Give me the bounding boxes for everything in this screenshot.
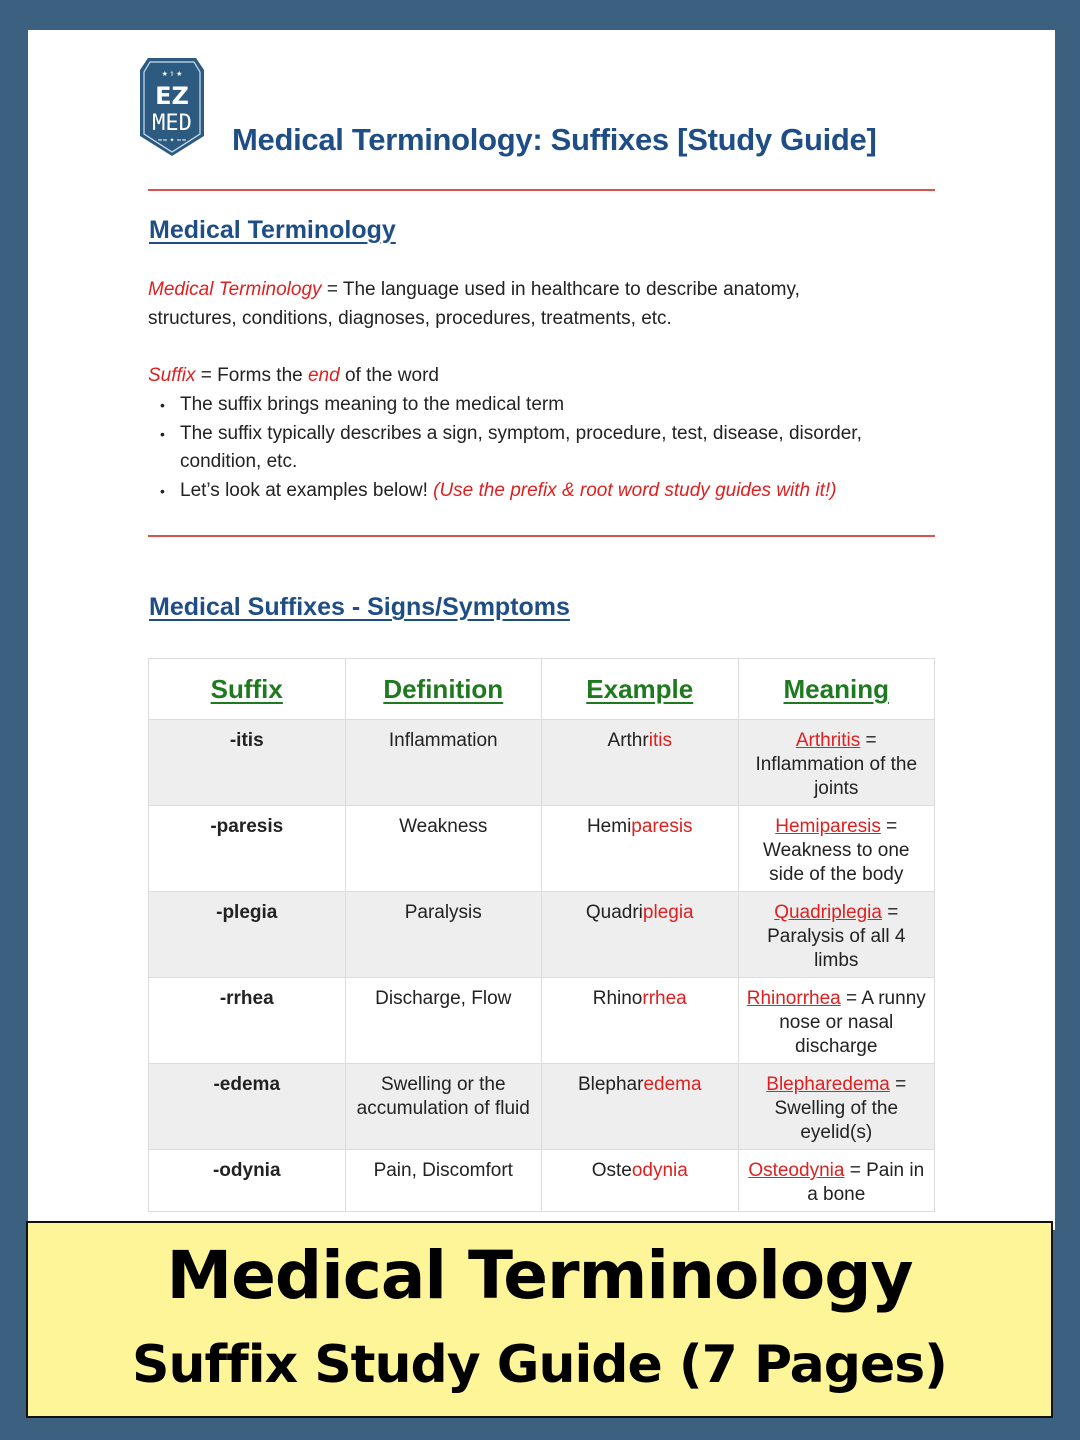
table-row: -odynia Pain, Discomfort Osteodynia Oste… [148,1149,935,1212]
cell-meaning: Arthritis = Inflammation of the joints [737,719,935,806]
svg-text:EZ: EZ [155,82,189,110]
term-end: end [307,365,340,386]
bullet-text: The suffix brings meaning to the medical… [180,394,565,415]
svg-text:★ ⚕ ★: ★ ⚕ ★ [162,70,183,78]
column-header-example: Example [541,658,739,720]
suffix-def-text-end: of the word [339,365,439,386]
title-banner: Medical Terminology Suffix Study Guide (… [26,1221,1053,1418]
definition-text-cont: structures, conditions, diagnoses, proce… [148,308,672,329]
svg-text:≈≈ ✦ ≈≈: ≈≈ ✦ ≈≈ [158,137,187,144]
cell-example: Quadriplegia [541,891,739,978]
banner-subtitle: Suffix Study Guide (7 Pages) [132,1335,948,1395]
cell-example: Hemiparesis [541,805,739,892]
cell-definition: Inflammation [344,719,542,806]
cell-example: Osteodynia [541,1149,739,1212]
svg-text:MED: MED [152,111,192,136]
term-medical-terminology: Medical Terminology [148,279,322,300]
cell-definition: Swelling or the accumulation of fluid [344,1063,542,1150]
cell-meaning: Osteodynia = Pain in a bone [737,1149,935,1212]
cell-suffix: -itis [148,719,346,806]
suffix-table: Suffix Definition Example Meaning -itis … [148,658,935,1212]
column-header-definition: Definition [344,658,542,720]
cell-definition: Pain, Discomfort [344,1149,542,1212]
cell-example: Arthritis [541,719,739,806]
bullet-note: (Use the prefix & root word study guides… [433,480,837,501]
cell-example: Blepharedema [541,1063,739,1150]
column-header-suffix: Suffix [148,658,346,720]
cell-example: Rhinorrhea [541,977,739,1064]
divider [148,535,935,537]
ezmed-logo: ★ ⚕ ★ EZ MED ≈≈ ✦ ≈≈ [138,56,206,158]
section-heading-medical-suffixes: Medical Suffixes - Signs/Symptoms [149,593,570,621]
bullet-icon: • [160,426,165,442]
term-suffix: Suffix [148,365,196,386]
cell-definition: Weakness [344,805,542,892]
table-row: -itis Inflammation Arthritis Arthritis =… [148,719,935,806]
divider [148,189,935,191]
table-header-row: Suffix Definition Example Meaning [148,658,935,720]
bullet-text: The suffix typically describes a sign, s… [180,423,862,472]
table-row: -rrhea Discharge, Flow Rhinorrhea Rhinor… [148,977,935,1064]
cell-meaning: Hemiparesis = Weakness to one side of th… [737,805,935,892]
table-row: -plegia Paralysis Quadriplegia Quadriple… [148,891,935,978]
table-row: -paresis Weakness Hemiparesis Hemiparesi… [148,805,935,892]
suffix-def-text: = Forms the [195,365,308,386]
bullet-item: • The suffix typically describes a sign,… [160,420,920,476]
cell-suffix: -edema [148,1063,346,1150]
cell-suffix: -paresis [148,805,346,892]
suffix-definition: Suffix = Forms the end of the word [148,361,439,390]
bullet-icon: • [160,397,165,413]
terminology-definition: Medical Terminology = The language used … [148,275,800,333]
column-header-meaning: Meaning [737,658,935,720]
document-title: Medical Terminology: Suffixes [Study Gui… [232,122,877,157]
section-heading-medical-terminology: Medical Terminology [149,216,396,244]
cell-meaning: Rhinorrhea = A runny nose or nasal disch… [737,977,935,1064]
cell-suffix: -plegia [148,891,346,978]
bullet-text: Let’s look at examples below! [180,480,434,501]
cell-suffix: -odynia [148,1149,346,1212]
bullet-icon: • [160,483,165,499]
table-row: -edema Swelling or the accumulation of f… [148,1063,935,1150]
cell-suffix: -rrhea [148,977,346,1064]
cell-definition: Discharge, Flow [344,977,542,1064]
definition-text: = The language used in healthcare to des… [321,279,800,300]
bullet-item: • The suffix brings meaning to the medic… [160,391,940,419]
cell-definition: Paralysis [344,891,542,978]
cell-meaning: Blepharedema = Swelling of the eyelid(s) [737,1063,935,1150]
cell-meaning: Quadriplegia = Paralysis of all 4 limbs [737,891,935,978]
bullet-item: • Let’s look at examples below! (Use the… [160,477,940,505]
banner-title: Medical Terminology [166,1237,913,1314]
